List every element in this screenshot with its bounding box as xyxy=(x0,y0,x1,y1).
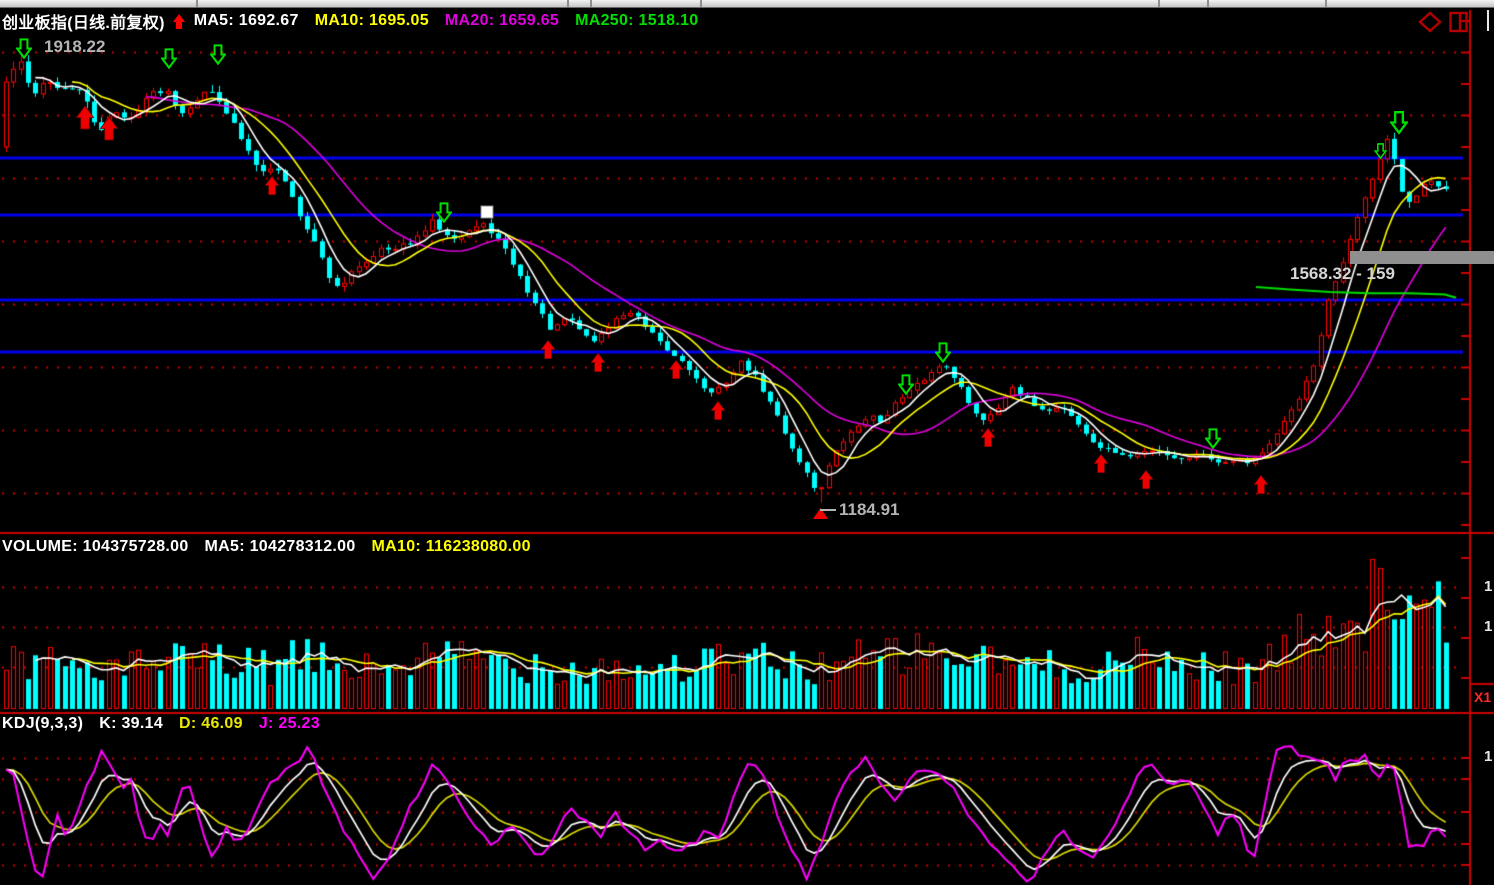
ma-label-3: MA250: 1518.10 xyxy=(575,12,698,29)
stock-chart-window: { "window": { "toolbar_edge_separators":… xyxy=(0,0,1494,885)
price-range-label: 1568.32 - 159 xyxy=(1290,264,1395,284)
axis-value-label: 1 xyxy=(1484,748,1492,765)
axis-value-label: 1 xyxy=(1484,578,1492,595)
volume-label-2: MA10: 116238080.00 xyxy=(372,538,531,556)
axis-value-label: 1 xyxy=(1484,618,1492,635)
low-price-label: 1184.91 xyxy=(839,500,900,520)
ma-indicator-labels: MA5: 1692.67 MA10: 1695.05 MA20: 1659.65 MA… xyxy=(194,12,715,30)
price-range-bar xyxy=(1350,251,1494,264)
kdj-label-3: J: 25.23 xyxy=(259,715,320,733)
kdj-label-1: K: 39.14 xyxy=(99,715,163,733)
ma-label-1: MA10: 1695.05 xyxy=(315,12,429,29)
price-panel-header: 创业板指(日线.前复权) MA5: 1692.67MA10: 1695.05MA… xyxy=(2,9,715,33)
diamond-icon[interactable] xyxy=(1418,11,1442,33)
chart-canvas[interactable] xyxy=(0,0,1494,885)
kdj-label-2: D: 46.09 xyxy=(179,715,243,733)
volume-label-1: MA5: 104278312.00 xyxy=(205,538,356,556)
kdj-label-0: KDJ(9,3,3) xyxy=(2,715,83,733)
volume-panel-header: VOLUME: 104375728.00 MA5: 104278312.00 MA1… xyxy=(2,538,547,556)
kdj-panel-header: KDJ(9,3,3) K: 39.14 D: 46.09 J: 25.23 xyxy=(2,715,336,733)
low-callout-line xyxy=(820,509,836,511)
security-title: 创业板指(日线.前复权) xyxy=(2,9,165,33)
ma-label-0: MA5: 1692.67 xyxy=(194,12,299,29)
volume-label-0: VOLUME: 104375728.00 xyxy=(2,538,189,556)
split-window-icon[interactable] xyxy=(1449,11,1468,33)
ma-label-2: MA20: 1659.65 xyxy=(445,12,559,29)
high-price-label: 1918.22 xyxy=(44,37,105,57)
trend-up-icon xyxy=(173,14,186,29)
scrollbar-notch xyxy=(1487,10,1489,31)
volume-unit-label: X1 xyxy=(1474,689,1491,705)
